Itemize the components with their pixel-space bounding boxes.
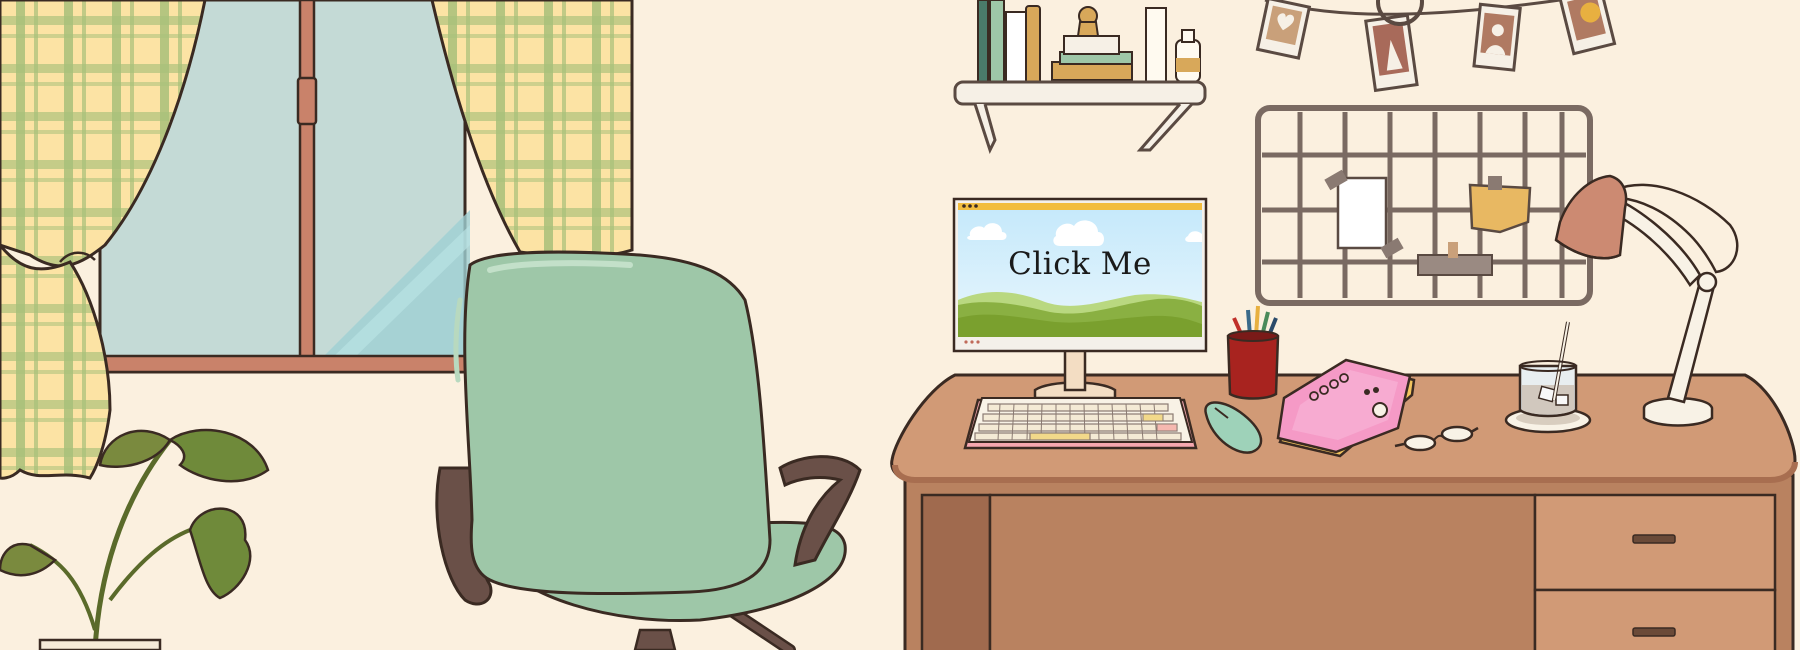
keyboard — [963, 397, 1198, 450]
click-me-button[interactable]: Click Me — [954, 246, 1206, 282]
hanging-photos — [1255, 0, 1617, 93]
wall-shelf — [953, 0, 1207, 154]
desk-scene: Click Me — [0, 0, 1800, 650]
scene-illustration — [0, 0, 1798, 650]
pen-cup — [1226, 305, 1280, 400]
office-chair — [435, 250, 862, 650]
memo-board — [1255, 105, 1593, 306]
